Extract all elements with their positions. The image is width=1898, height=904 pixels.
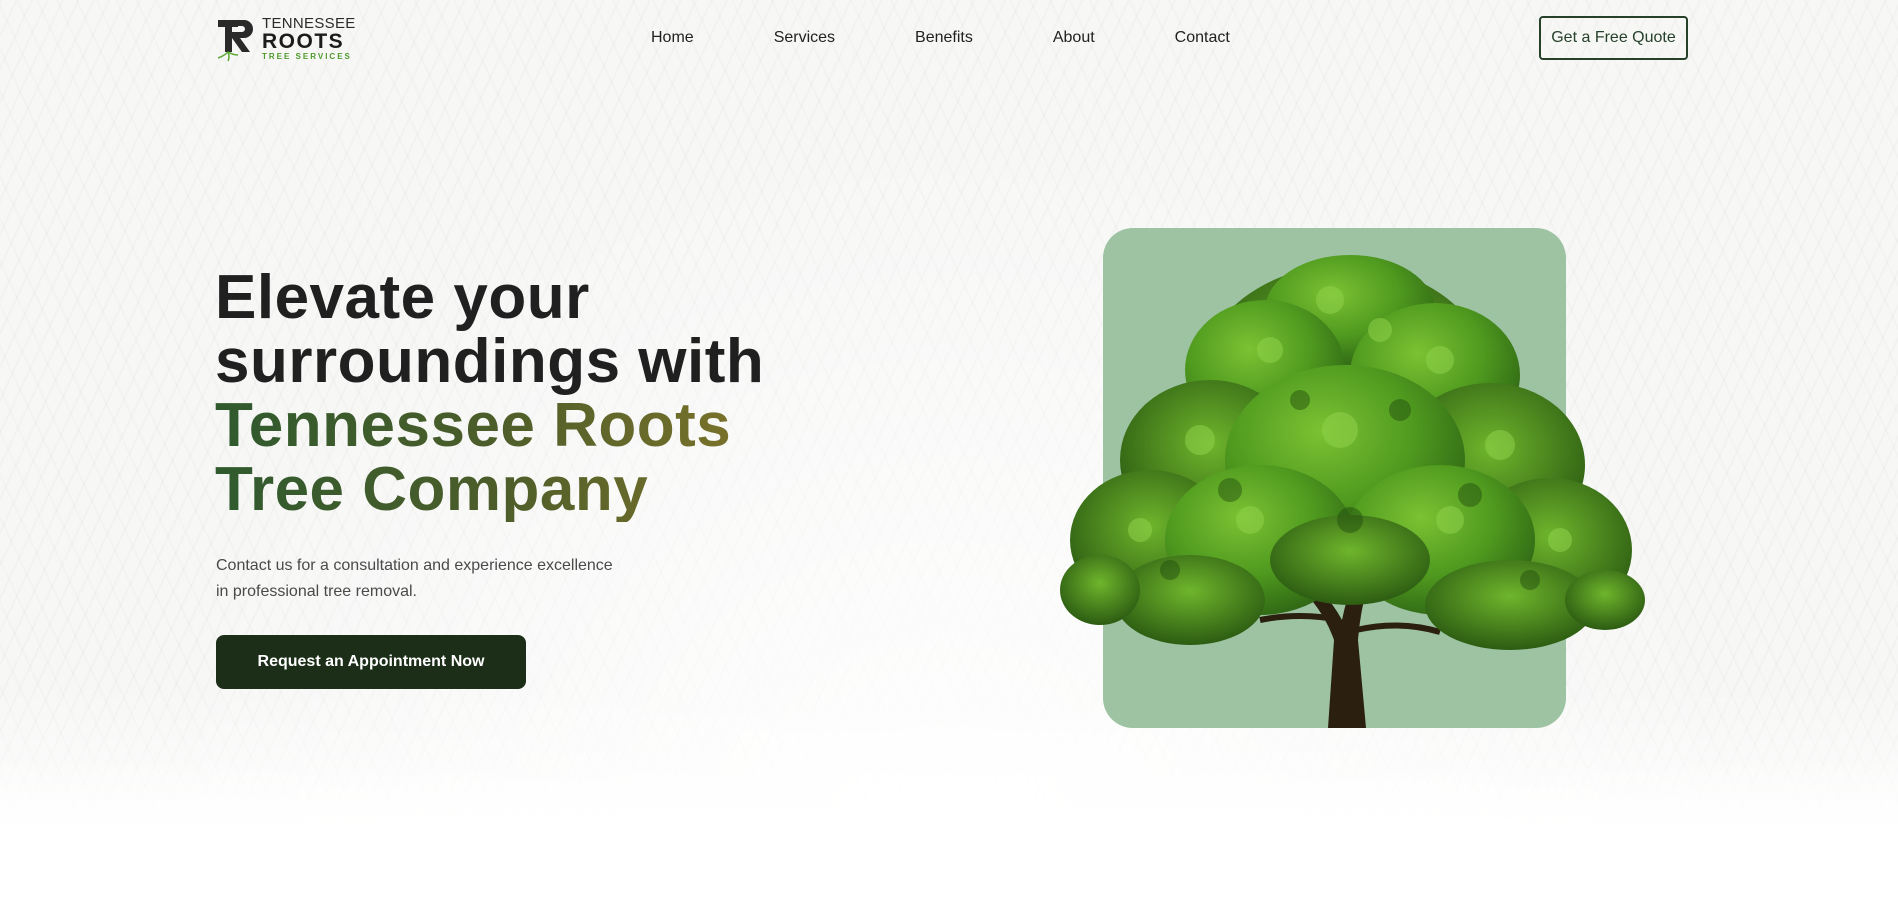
hero-title-line-1: Elevate your	[215, 263, 590, 332]
nav-link-contact[interactable]: Contact	[1175, 29, 1230, 47]
main-nav: Home Services Benefits About Contact	[651, 26, 1230, 50]
tree-illustration	[1060, 255, 1645, 728]
hero-subtitle: Contact us for a consultation and experi…	[216, 553, 676, 605]
nav-link-benefits[interactable]: Benefits	[915, 29, 973, 47]
tr-monogram-logo-icon	[216, 16, 256, 62]
get-free-quote-button[interactable]: Get a Free Quote	[1539, 16, 1688, 60]
logo-text-tennessee: TENNESSEE	[262, 14, 356, 32]
nav-link-home[interactable]: Home	[651, 29, 694, 47]
hero-title-accent-line-2: Tree Company	[215, 458, 835, 522]
logo[interactable]: TENNESSEE ROOTS TREE SERVICES	[216, 14, 370, 62]
hero-title: Elevate your surroundings with Tennessee…	[215, 266, 835, 522]
background-fade	[0, 760, 1898, 904]
hero-title-accent-line-1: Tennessee Roots	[215, 394, 835, 458]
request-appointment-button[interactable]: Request an Appointment Now	[216, 635, 526, 689]
logo-text-tree-services: TREE SERVICES	[262, 51, 352, 61]
nav-link-services[interactable]: Services	[774, 29, 835, 47]
site-header: TENNESSEE ROOTS TREE SERVICES Home Servi…	[0, 0, 1898, 76]
hero-subtitle-line-2: in professional tree removal.	[216, 583, 417, 600]
logo-text-roots: ROOTS	[262, 29, 345, 53]
hero-subtitle-line-1: Contact us for a consultation and experi…	[216, 557, 613, 574]
hero-title-line-2: surroundings with	[215, 327, 765, 396]
nav-link-about[interactable]: About	[1053, 29, 1095, 47]
